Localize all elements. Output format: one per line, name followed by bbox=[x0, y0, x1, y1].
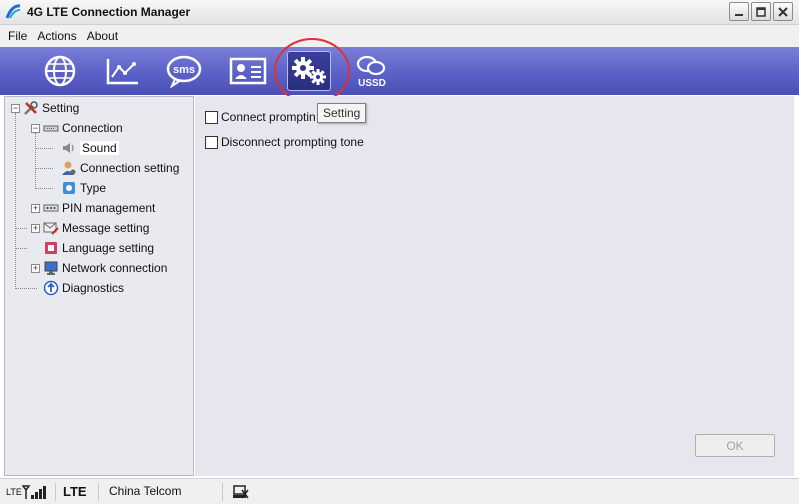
connect-tone-checkbox[interactable] bbox=[205, 110, 218, 124]
tree-label: Connection setting bbox=[80, 161, 180, 175]
ussd-button[interactable]: USSD bbox=[350, 51, 394, 91]
contacts-button[interactable] bbox=[225, 51, 269, 91]
close-button[interactable] bbox=[773, 2, 793, 21]
message-icon bbox=[43, 220, 59, 236]
signal-label: LTE bbox=[6, 487, 22, 497]
tree-label: Sound bbox=[80, 141, 119, 155]
type-icon bbox=[61, 180, 77, 196]
minimize-button[interactable] bbox=[729, 2, 749, 21]
internet-button[interactable] bbox=[38, 51, 82, 91]
menu-about[interactable]: About bbox=[83, 29, 122, 43]
menu-file[interactable]: File bbox=[4, 29, 31, 43]
tools-icon bbox=[23, 100, 39, 116]
ussd-icon: USSD bbox=[356, 55, 386, 89]
tree-label: Message setting bbox=[62, 221, 150, 235]
settings-tooltip: Setting bbox=[317, 103, 367, 123]
tree-label: Language setting bbox=[62, 241, 155, 255]
statistics-button[interactable] bbox=[100, 51, 144, 91]
tree-item-network-connection[interactable]: Network connection bbox=[43, 258, 167, 278]
toolbar: sms USSD bbox=[0, 47, 799, 95]
language-icon bbox=[43, 240, 59, 256]
monitor-icon bbox=[43, 260, 59, 276]
pin-icon bbox=[43, 200, 59, 216]
disconnected-computer-icon bbox=[233, 485, 249, 499]
tree-line bbox=[35, 168, 53, 169]
signal-strength: LTE bbox=[6, 484, 48, 500]
tree-item-sound[interactable]: Sound bbox=[61, 138, 119, 158]
tree-line bbox=[15, 228, 27, 229]
tree-item-connection-setting[interactable]: Connection setting bbox=[61, 158, 179, 178]
network-type: LTE bbox=[63, 484, 87, 499]
tree-line bbox=[35, 133, 36, 189]
disconnect-tone-checkbox[interactable] bbox=[205, 135, 218, 149]
tree-label: Network connection bbox=[62, 261, 168, 275]
speaker-icon bbox=[61, 140, 77, 156]
connection-icon bbox=[43, 120, 59, 136]
tree-item-type[interactable]: Type bbox=[61, 178, 106, 198]
menu-bar: File Actions About bbox=[0, 25, 799, 47]
maximize-button[interactable] bbox=[751, 2, 771, 21]
tree-item-connection[interactable]: Connection bbox=[43, 118, 123, 138]
tree-collapse-toggle[interactable]: − bbox=[31, 124, 40, 133]
tree-item-setting[interactable]: Setting bbox=[23, 98, 79, 118]
tree-label: Type bbox=[80, 181, 107, 195]
signal-bars-icon bbox=[21, 485, 46, 499]
operator-name: China Telcom bbox=[109, 484, 182, 498]
status-bar: LTE LTE China Telcom bbox=[0, 478, 799, 504]
menu-actions[interactable]: Actions bbox=[33, 29, 80, 43]
status-divider bbox=[222, 483, 223, 501]
tree-line bbox=[35, 188, 53, 189]
tree-line bbox=[15, 113, 16, 289]
tree-collapse-toggle[interactable]: − bbox=[11, 104, 20, 113]
sms-button[interactable]: sms bbox=[162, 51, 206, 91]
window-title: 4G LTE Connection Manager bbox=[27, 5, 191, 19]
tree-item-diagnostics[interactable]: Diagnostics bbox=[43, 278, 124, 298]
connection-status bbox=[232, 484, 250, 500]
window-controls bbox=[729, 2, 793, 21]
tree-expand-toggle[interactable]: + bbox=[31, 224, 40, 233]
sms-icon: sms bbox=[166, 55, 202, 88]
status-divider bbox=[98, 483, 99, 501]
settings-tree: − Setting − Connection Sound Connection … bbox=[4, 96, 194, 476]
settings-gears-icon bbox=[292, 57, 326, 85]
connect-tone-label: Connect promptin bbox=[221, 110, 316, 124]
tree-line bbox=[15, 248, 27, 249]
ok-button[interactable]: OK bbox=[695, 434, 775, 457]
tree-line bbox=[35, 148, 53, 149]
tree-item-message-setting[interactable]: Message setting bbox=[43, 218, 149, 238]
tree-label: PIN management bbox=[62, 201, 156, 215]
tree-line bbox=[15, 288, 37, 289]
tree-label: Diagnostics bbox=[62, 281, 125, 295]
settings-button[interactable] bbox=[287, 51, 331, 91]
user-settings-icon bbox=[61, 160, 77, 176]
tree-expand-toggle[interactable]: + bbox=[31, 264, 40, 273]
settings-content-panel: Connect promptin Disconnect prompting to… bbox=[195, 96, 794, 476]
title-bar: 4G LTE Connection Manager bbox=[0, 0, 799, 25]
status-divider bbox=[55, 483, 56, 501]
disconnect-tone-option[interactable]: Disconnect prompting tone bbox=[205, 135, 364, 149]
disconnect-tone-label: Disconnect prompting tone bbox=[221, 135, 364, 149]
svg-text:sms: sms bbox=[173, 64, 195, 76]
tree-label: Setting bbox=[42, 101, 80, 115]
tree-label: Connection bbox=[62, 121, 123, 135]
contacts-icon bbox=[229, 57, 267, 85]
tree-item-language-setting[interactable]: Language setting bbox=[43, 238, 154, 258]
chart-icon bbox=[106, 59, 138, 85]
tree-expand-toggle[interactable]: + bbox=[31, 204, 40, 213]
tree-item-pin-management[interactable]: PIN management bbox=[43, 198, 155, 218]
globe-icon bbox=[44, 55, 76, 87]
diagnostics-icon bbox=[43, 280, 59, 296]
connect-tone-option[interactable]: Connect promptin bbox=[205, 110, 316, 124]
app-logo-icon bbox=[4, 3, 22, 21]
svg-text:USSD: USSD bbox=[358, 78, 386, 89]
